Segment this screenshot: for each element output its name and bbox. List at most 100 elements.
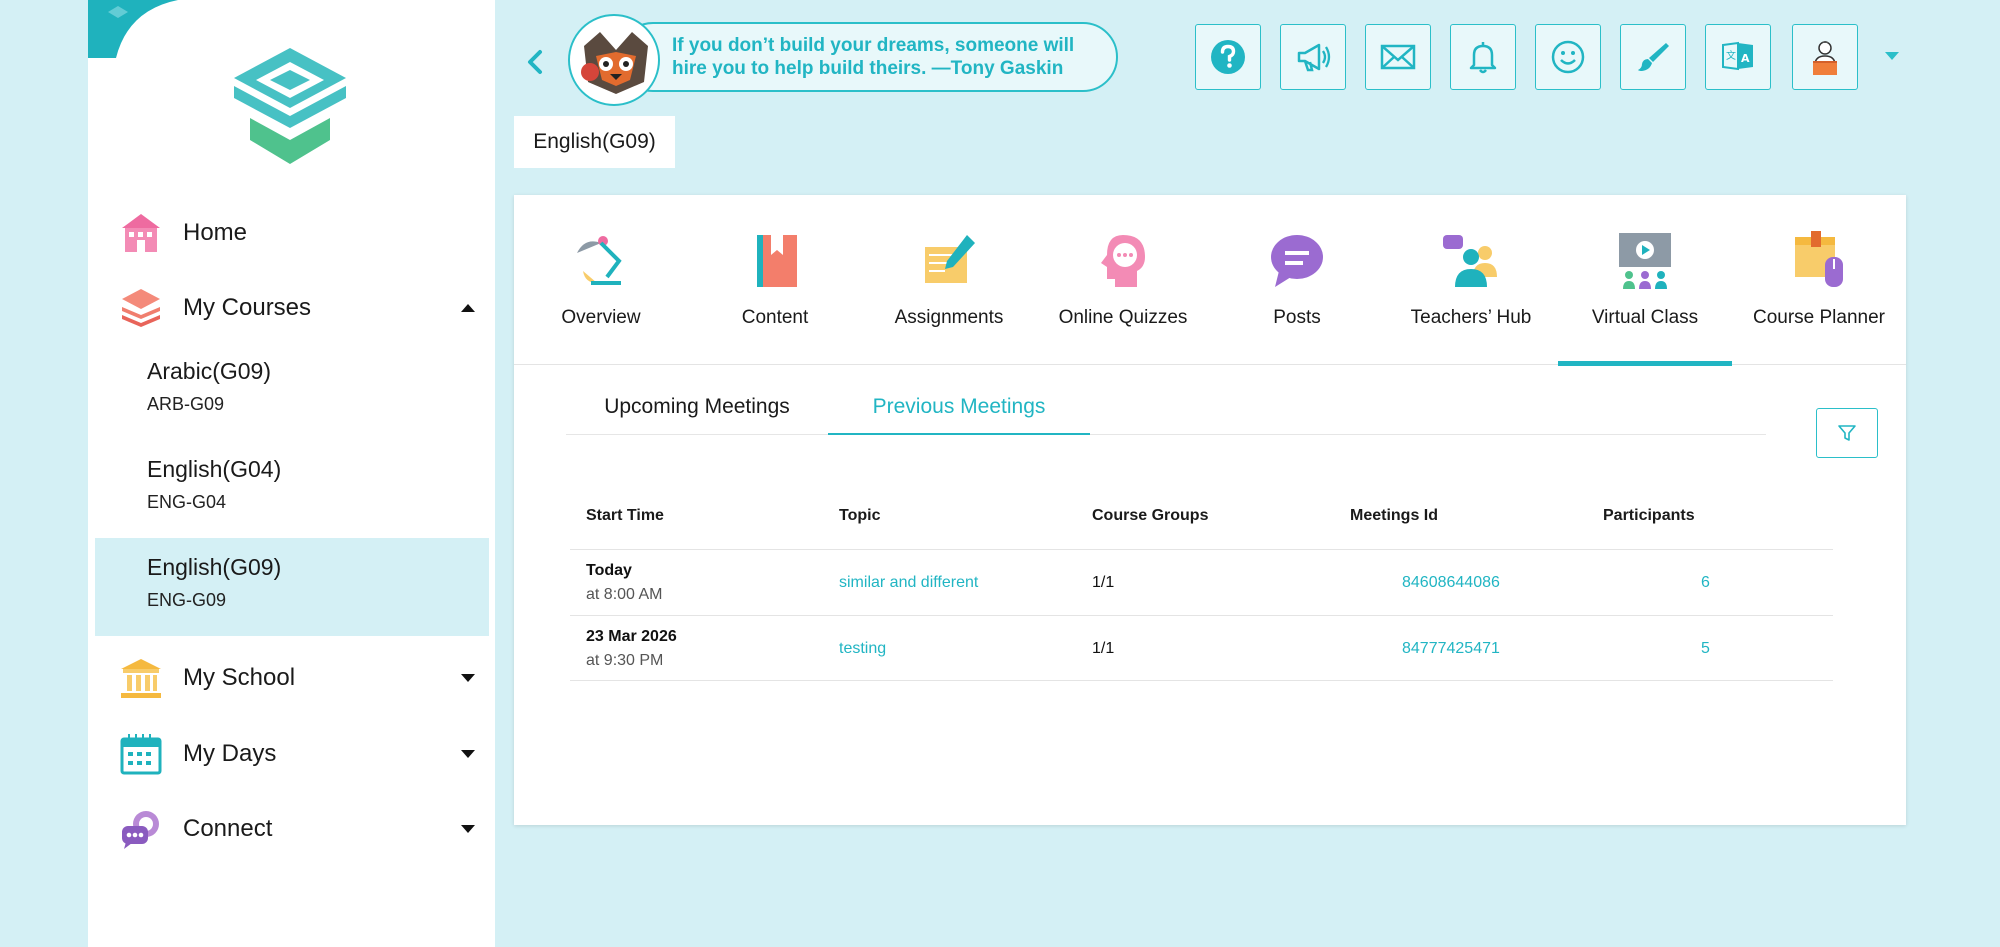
people-chat-icon <box>1443 235 1497 287</box>
back-chevron-icon[interactable] <box>520 44 550 80</box>
translate-icon: 文A <box>1722 41 1753 71</box>
tab-previous-meetings[interactable]: Previous Meetings <box>828 395 1090 435</box>
question-circle-icon <box>1211 40 1245 74</box>
meeting-topic-link[interactable]: similar and different <box>839 574 978 592</box>
announcements-button[interactable] <box>1280 24 1346 90</box>
tab-label: Assignments <box>894 307 1004 328</box>
module-tabs: Overview Content Assignments Online Quiz… <box>514 195 1906 366</box>
nav-my-days[interactable]: My Days <box>88 723 495 785</box>
book-bookmark-icon <box>757 235 797 287</box>
tab-upcoming-meetings[interactable]: Upcoming Meetings <box>566 395 828 435</box>
tab-label: Course Planner <box>1752 307 1886 328</box>
table-row: 23 Mar 2026 at 9:30 PM testing 1/1 84777… <box>570 615 1833 681</box>
tab-label: Posts <box>1273 307 1321 328</box>
svg-text:A: A <box>1741 52 1750 65</box>
fox-mascot-icon <box>581 32 648 94</box>
column-header: Course Groups <box>1092 507 1209 524</box>
nav-connect[interactable]: Connect <box>88 798 495 860</box>
quote-of-the-day: If you don’t build your dreams, someone … <box>568 14 1120 106</box>
column-header: Meetings Id <box>1350 507 1439 524</box>
theme-button[interactable] <box>1620 24 1686 90</box>
bell-icon <box>1469 42 1497 74</box>
course-code: ENG-G09 <box>147 590 227 610</box>
nav-my-courses-label: My Courses <box>183 294 312 321</box>
column-header: Participants <box>1603 507 1695 524</box>
corner-decoration-icon <box>88 0 178 58</box>
meeting-time: at 9:30 PM <box>586 652 664 669</box>
meeting-topic-link[interactable]: testing <box>839 640 886 658</box>
chevron-down-icon[interactable] <box>461 674 475 682</box>
filter-button[interactable] <box>1816 408 1878 458</box>
meeting-participants-link[interactable]: 6 <box>1701 574 1710 592</box>
help-button[interactable] <box>1195 24 1261 90</box>
tab-online-quizzes[interactable]: Online Quizzes <box>1036 195 1210 365</box>
tab-label: Virtual Class <box>1591 307 1699 328</box>
language-button[interactable]: 文A <box>1705 24 1771 90</box>
pen-paper-icon <box>925 235 975 283</box>
meeting-participants-link[interactable]: 5 <box>1701 640 1710 658</box>
school-building-icon <box>121 659 161 698</box>
profile-button[interactable] <box>1792 24 1858 90</box>
course-code: ARB-G09 <box>147 394 225 414</box>
tab-posts[interactable]: Posts <box>1210 195 1384 365</box>
calendar-icon <box>120 734 162 775</box>
tab-label: Content <box>741 307 809 328</box>
messages-button[interactable] <box>1365 24 1431 90</box>
tab-label: Online Quizzes <box>1058 307 1188 328</box>
nav-connect-label: Connect <box>183 815 273 842</box>
course-title: English(G04) <box>147 456 282 482</box>
course-item-english-g09[interactable]: English(G09) ENG-G09 <box>95 538 489 636</box>
meeting-tabs: Upcoming Meetings Previous Meetings <box>566 395 1766 435</box>
funnel-icon <box>1838 425 1856 441</box>
course-item-english-g04[interactable]: English(G04) ENG-G04 <box>95 440 489 538</box>
stacked-books-icon <box>122 289 160 327</box>
chat-bubbles-icon <box>122 811 159 849</box>
course-title: English(G09) <box>147 554 282 580</box>
chevron-down-icon[interactable] <box>461 825 475 833</box>
nav-my-school[interactable]: My School <box>88 647 495 709</box>
virtual-classroom-icon <box>1619 233 1671 289</box>
tab-label: Teachers’ Hub <box>1410 307 1532 328</box>
notifications-button[interactable] <box>1450 24 1516 90</box>
meeting-date: 23 Mar 2026 <box>586 628 677 645</box>
meeting-date: Today <box>586 562 632 579</box>
tab-overview[interactable]: Overview <box>514 195 688 365</box>
desk-lamp-icon <box>577 236 622 285</box>
meeting-course-groups: 1/1 <box>1092 640 1115 657</box>
sidebar: Home My Courses Arabic(G09) ARB-G09 Engl… <box>88 0 495 947</box>
tab-assignments[interactable]: Assignments <box>862 195 1036 365</box>
meeting-course-groups: 1/1 <box>1092 574 1115 591</box>
current-course-tag: English(G09) <box>514 116 675 168</box>
nav-home[interactable]: Home <box>88 202 495 264</box>
quote-avatar <box>568 14 660 106</box>
tab-virtual-class[interactable]: Virtual Class <box>1558 195 1732 366</box>
nav-home-label: Home <box>183 219 248 246</box>
course-card: Overview Content Assignments Online Quiz… <box>514 195 1906 825</box>
chevron-up-icon[interactable] <box>461 304 475 312</box>
tab-label: Previous Meetings <box>872 395 1046 418</box>
course-item-arabic-g09[interactable]: Arabic(G09) ARB-G09 <box>95 342 489 440</box>
nav-my-courses[interactable]: My Courses <box>88 277 495 339</box>
svg-text:文: 文 <box>1726 49 1736 62</box>
meeting-id-link[interactable]: 84777425471 <box>1402 640 1500 658</box>
tab-course-planner[interactable]: Course Planner <box>1732 195 1906 365</box>
chevron-down-icon[interactable] <box>461 750 475 758</box>
column-header: Topic <box>839 507 881 524</box>
megaphone-icon <box>1297 43 1331 72</box>
tab-content[interactable]: Content <box>688 195 862 365</box>
paintbrush-icon <box>1638 43 1669 71</box>
nav-my-days-label: My Days <box>183 740 277 767</box>
meeting-time: at 8:00 AM <box>586 586 663 603</box>
nav-my-school-label: My School <box>183 664 296 691</box>
envelope-icon <box>1380 44 1416 70</box>
tab-label: Upcoming Meetings <box>604 395 790 418</box>
meeting-id-link[interactable]: 84608644086 <box>1402 574 1500 592</box>
mood-button[interactable] <box>1535 24 1601 90</box>
planner-box-icon <box>1795 231 1843 287</box>
tab-teachers-hub[interactable]: Teachers’ Hub <box>1384 195 1558 365</box>
course-title: Arabic(G09) <box>147 358 271 384</box>
home-icon <box>122 214 160 252</box>
column-header: Start Time <box>586 507 664 524</box>
profile-menu-caret[interactable] <box>1885 52 1899 60</box>
school-logo[interactable] <box>220 40 360 175</box>
